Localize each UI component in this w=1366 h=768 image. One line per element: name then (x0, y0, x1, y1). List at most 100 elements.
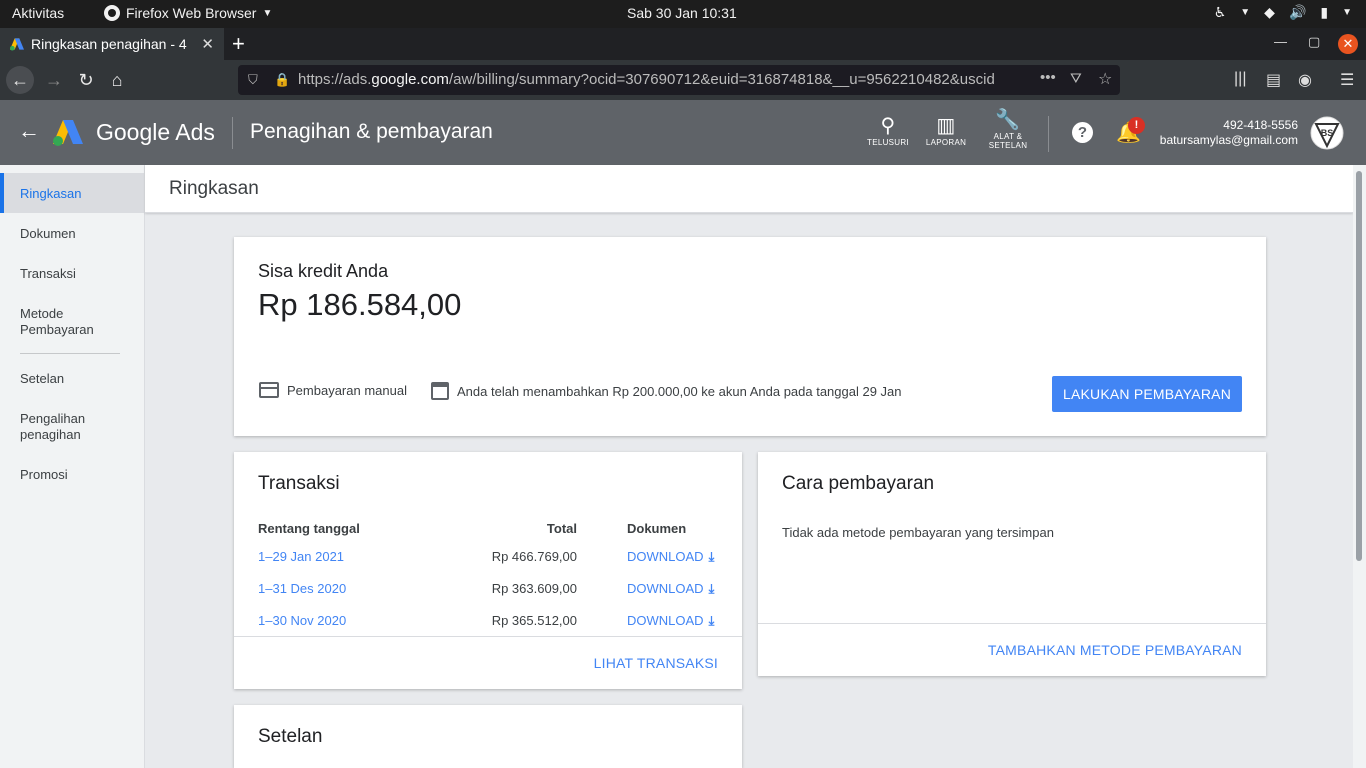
home-button[interactable]: ⌂ (103, 66, 131, 94)
wrench-icon: 🔧 (995, 109, 1021, 131)
maximize-icon[interactable]: ▢ (1308, 34, 1320, 50)
make-payment-button[interactable]: LAKUKAN PEMBAYARAN (1052, 376, 1242, 412)
account-email[interactable]: batursamylas@gmail.com (1160, 133, 1298, 147)
back-button[interactable]: ← (6, 66, 34, 94)
browser-tabstrip: Ringkasan penagihan - 4 ✕ + — ▢ ✕ (0, 28, 1366, 60)
sidebar-item-ringkasan[interactable]: Ringkasan (0, 173, 144, 213)
google-ads-favicon-icon (10, 38, 24, 51)
last-payment-info: Anda telah menambahkan Rp 200.000,00 ke … (431, 382, 902, 400)
add-payment-method-link[interactable]: TAMBAHKAN METODE PEMBAYARAN (988, 642, 1242, 658)
settings-card: Setelan (234, 705, 742, 768)
brand-name[interactable]: Google Ads (96, 119, 215, 146)
page-actions-icon[interactable]: ••• (1040, 69, 1056, 86)
notification-badge: ! (1128, 117, 1145, 134)
page-header: Ringkasan (145, 165, 1353, 213)
reports-tool-button[interactable]: ▥ LAPORAN (924, 114, 968, 147)
window-close-button[interactable]: ✕ (1338, 34, 1358, 54)
chevron-down-icon: ▼ (262, 7, 273, 19)
download-link[interactable]: DOWNLOAD ⤓ (627, 549, 714, 565)
row-total: Rp 466.769,00 (491, 549, 577, 564)
download-link[interactable]: DOWNLOAD ⤓ (627, 581, 714, 597)
tools-settings-button[interactable]: 🔧 ALAT & SETELAN (986, 108, 1030, 150)
lock-icon[interactable]: 🔒 (274, 72, 290, 88)
date-range-link[interactable]: 1–31 Des 2020 (258, 581, 346, 596)
download-icon: ⤓ (708, 581, 715, 596)
account-icon[interactable]: ◉ (1298, 70, 1312, 90)
activities-button[interactable]: Aktivitas (12, 5, 64, 21)
payment-methods-title: Cara pembayaran (782, 473, 935, 494)
table-row: 1–29 Jan 2021 Rp 466.769,00 DOWNLOAD ⤓ (234, 549, 742, 581)
address-bar[interactable]: ⛉ 🔒 https://ads.google.com/aw/billing/su… (238, 65, 1120, 95)
credit-label: Sisa kredit Anda (258, 261, 389, 281)
url-text[interactable]: https://ads.google.com/aw/billing/summar… (298, 71, 1028, 88)
download-icon: ⤓ (708, 613, 715, 628)
sidebar-item-setelan[interactable]: Setelan (0, 371, 144, 387)
download-link[interactable]: DOWNLOAD ⤓ (627, 613, 714, 629)
calendar-icon (431, 382, 449, 400)
system-top-bar: Aktivitas Firefox Web Browser ▼ Sab 30 J… (0, 0, 1366, 28)
table-row: 1–31 Des 2020 Rp 363.609,00 DOWNLOAD ⤓ (234, 581, 742, 613)
forward-button[interactable]: → (40, 66, 68, 94)
chevron-down-icon: ▼ (1240, 7, 1251, 18)
reload-button[interactable]: ↻ (72, 66, 100, 94)
app-menu-label: Firefox Web Browser (126, 5, 257, 21)
pocket-icon[interactable]: ⛛ (1070, 70, 1082, 87)
row-total: Rp 365.512,00 (491, 613, 577, 628)
card-divider (234, 636, 742, 637)
sidebar-item-promosi[interactable]: Promosi (0, 467, 144, 483)
credit-card-icon (259, 382, 279, 398)
sidebar-toggle-icon[interactable]: ▤ (1266, 70, 1281, 90)
tracking-shield-icon[interactable]: ⛉ (248, 72, 258, 88)
transactions-card: Transaksi Rentang tanggal Total Dokumen … (234, 452, 742, 689)
sidebar-item-dokumen[interactable]: Dokumen (0, 226, 144, 242)
header-divider (232, 117, 233, 149)
wifi-icon: ◆ (1264, 4, 1275, 20)
row-total: Rp 363.609,00 (491, 581, 577, 596)
col-header-total: Total (546, 521, 577, 536)
view-transactions-link[interactable]: LIHAT TRANSAKSI (594, 655, 718, 671)
no-payment-methods-text: Tidak ada metode pembayaran yang tersimp… (782, 525, 1054, 540)
date-range-link[interactable]: 1–30 Nov 2020 (258, 613, 346, 628)
back-arrow-icon[interactable]: ← (18, 118, 40, 144)
date-range-link[interactable]: 1–29 Jan 2021 (258, 549, 344, 564)
bar-chart-icon: ▥ (936, 115, 956, 137)
menu-icon[interactable]: ☰ (1340, 70, 1354, 90)
payment-methods-card: Cara pembayaran Tidak ada metode pembaya… (758, 452, 1266, 676)
transactions-title: Transaksi (258, 473, 340, 494)
card-divider (758, 623, 1266, 624)
page-section-title: Penagihan & pembayaran (250, 120, 493, 143)
system-tray[interactable]: ♿ ▼ ◆ 🔊 ▮ ▼ (1214, 4, 1352, 21)
payment-type: Pembayaran manual (259, 382, 407, 398)
app-menu[interactable]: Firefox Web Browser ▼ (104, 5, 272, 21)
ads-header: ← Google Ads Penagihan & pembayaran ⚲ TE… (0, 100, 1366, 165)
close-tab-icon[interactable]: ✕ (201, 35, 214, 53)
page-title: Ringkasan (169, 178, 259, 199)
chevron-down-icon: ▼ (1342, 7, 1352, 18)
system-clock[interactable]: Sab 30 Jan 10:31 (627, 5, 737, 21)
header-divider (1048, 116, 1049, 152)
google-ads-logo-icon (53, 120, 83, 146)
new-tab-button[interactable]: + (232, 31, 245, 57)
table-row: 1–30 Nov 2020 Rp 365.512,00 DOWNLOAD ⤓ (234, 613, 742, 645)
search-tool-button[interactable]: ⚲ TELUSURI (866, 114, 910, 147)
sidebar-item-pengalihan-penagihan[interactable]: Pengalihan penagihan (0, 411, 110, 443)
download-icon: ⤓ (708, 549, 715, 564)
col-header-document: Dokumen (627, 521, 687, 536)
library-icon[interactable]: ||| (1234, 70, 1246, 88)
credit-amount: Rp 186.584,00 (258, 287, 462, 322)
scrollbar[interactable] (1353, 165, 1366, 768)
accessibility-icon[interactable]: ♿ (1214, 4, 1227, 21)
account-id[interactable]: 492-418-5556 (1223, 118, 1298, 132)
avatar[interactable]: BS (1310, 116, 1344, 150)
search-icon: ⚲ (880, 115, 896, 137)
col-header-range: Rentang tanggal (258, 521, 360, 536)
scrollbar-thumb[interactable] (1356, 171, 1362, 561)
volume-icon: 🔊 (1288, 4, 1307, 20)
sidebar-item-metode-pembayaran[interactable]: Metode Pembayaran (0, 306, 120, 338)
bookmark-star-icon[interactable]: ☆ (1098, 69, 1112, 89)
tab-active[interactable]: Ringkasan penagihan - 4 ✕ (0, 28, 224, 60)
minimize-icon[interactable]: — (1274, 34, 1287, 49)
browser-navbar: ← → ↻ ⌂ ⛉ 🔒 https://ads.google.com/aw/bi… (0, 60, 1366, 100)
help-icon[interactable]: ? (1072, 122, 1093, 143)
sidebar-item-transaksi[interactable]: Transaksi (0, 266, 144, 282)
